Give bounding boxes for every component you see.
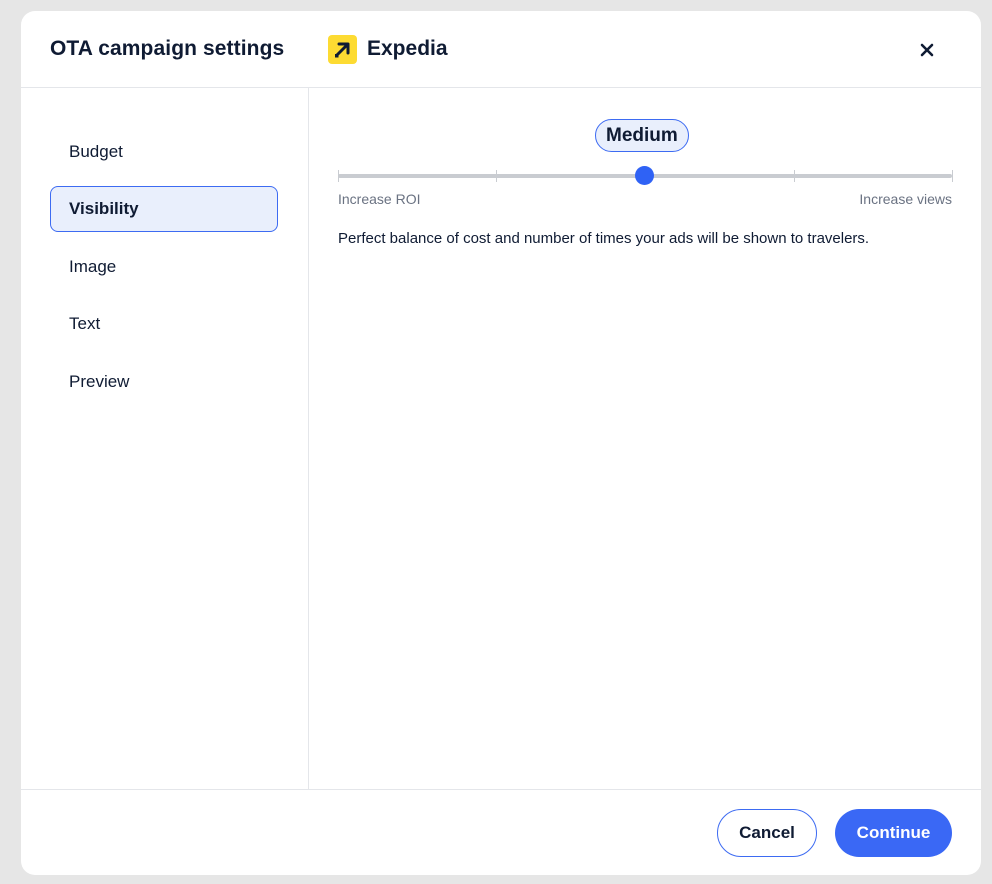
sidebar-item-preview[interactable]: Preview (50, 359, 278, 405)
sidebar-item-budget[interactable]: Budget (50, 129, 278, 175)
brand-name: Expedia (367, 37, 448, 60)
sidebar-item-visibility[interactable]: Visibility (50, 186, 278, 232)
slider-max-label: Increase views (859, 191, 952, 207)
slider-min-label: Increase ROI (338, 191, 421, 207)
slider-tick (952, 170, 953, 182)
slider-tick (794, 170, 795, 182)
cancel-button[interactable]: Cancel (717, 809, 817, 857)
close-icon (920, 43, 934, 57)
expedia-arrow-icon (328, 35, 357, 64)
continue-button[interactable]: Continue (835, 809, 952, 857)
modal-header: OTA campaign settings Expedia (21, 11, 981, 88)
modal-title: OTA campaign settings (50, 37, 285, 60)
campaign-settings-modal: OTA campaign settings Expedia Budget Vis… (21, 11, 981, 875)
sidebar-item-image[interactable]: Image (50, 244, 278, 290)
slider-tick (496, 170, 497, 182)
close-button[interactable] (912, 35, 942, 65)
sidebar-item-text[interactable]: Text (50, 301, 278, 347)
visibility-slider-thumb[interactable] (635, 166, 654, 185)
visibility-description: Perfect balance of cost and number of ti… (338, 230, 870, 247)
settings-sidebar: Budget Visibility Image Text Preview (21, 88, 309, 789)
visibility-panel: Medium Increase ROI Increase views Perfe… (309, 88, 981, 789)
selected-level-badge: Medium (595, 119, 689, 152)
slider-tick (338, 170, 339, 182)
modal-footer: Cancel Continue (21, 789, 981, 875)
